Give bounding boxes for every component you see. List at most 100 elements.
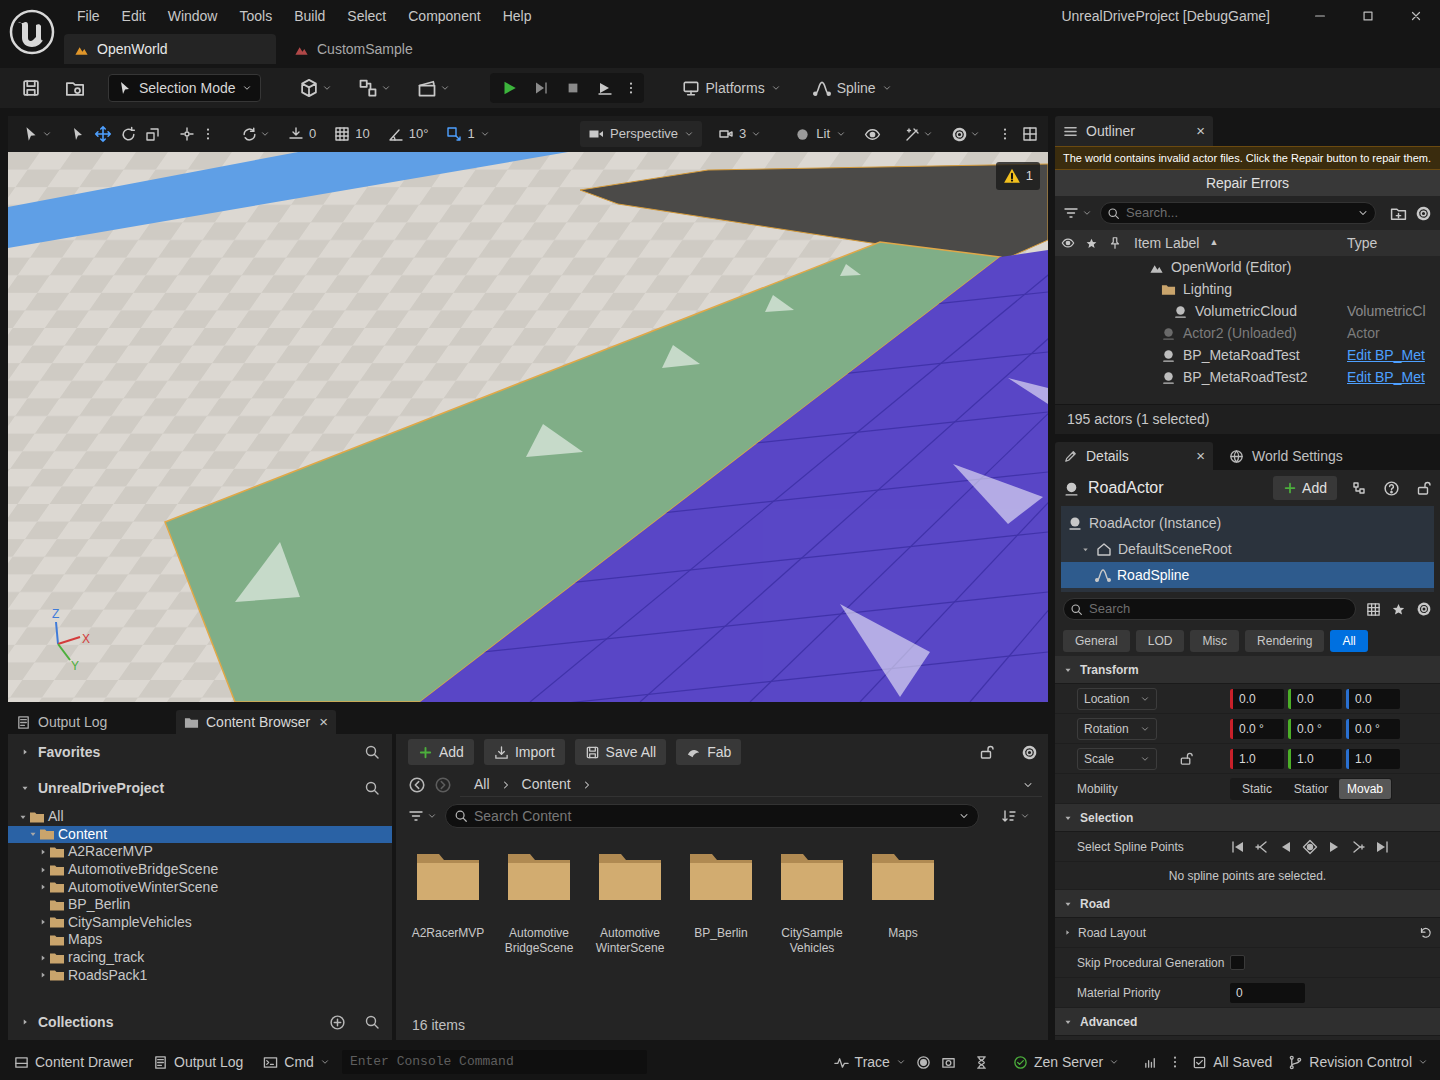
vector-field[interactable]: 0.0 ° — [1346, 719, 1400, 739]
folder-tile[interactable]: Automotive BridgeScene — [497, 848, 581, 956]
help-icon[interactable] — [1383, 480, 1400, 497]
stats-icon[interactable] — [1143, 1055, 1158, 1070]
outliner-filter-button[interactable] — [1063, 205, 1092, 221]
selection-mode-dropdown[interactable]: Selection Mode — [108, 74, 261, 102]
maximize-button[interactable] — [1344, 0, 1392, 32]
viewport-canvas[interactable]: ZXY1 — [8, 152, 1048, 702]
camera-speed-button[interactable]: 3 — [712, 121, 767, 147]
scale-icon[interactable] — [145, 126, 161, 142]
menu-item[interactable]: Build — [283, 0, 336, 32]
platforms-button[interactable]: Platforms — [674, 74, 789, 102]
folder-tile[interactable]: CitySample Vehicles — [770, 848, 854, 956]
status-button[interactable]: Output Log — [145, 1048, 251, 1076]
path-segment[interactable]: All — [468, 774, 496, 795]
filter-button[interactable] — [408, 808, 437, 824]
status-button[interactable]: Content Drawer — [6, 1048, 141, 1076]
add-collection-icon[interactable] — [329, 1014, 346, 1031]
unlock-icon[interactable] — [1179, 751, 1194, 766]
perspective-dropdown[interactable]: Perspective — [580, 121, 702, 147]
lock-icon[interactable] — [1416, 480, 1432, 496]
filter-tab[interactable]: Misc — [1190, 630, 1239, 652]
status-button[interactable]: Trace — [828, 1048, 912, 1076]
outliner-row[interactable]: VolumetricCloudVolumetricCl — [1055, 300, 1440, 322]
checkbox[interactable] — [1230, 955, 1245, 970]
add-actor-button[interactable] — [293, 74, 338, 102]
search-icon[interactable] — [364, 1014, 380, 1030]
folder-tile[interactable]: Maps — [861, 848, 945, 941]
close-button[interactable] — [1392, 0, 1440, 32]
component-row[interactable]: RoadActor (Instance) — [1061, 510, 1434, 536]
snap-setting[interactable]: 1 — [440, 121, 495, 147]
warning-badge[interactable]: 1 — [996, 162, 1040, 190]
show-flags-button[interactable] — [905, 126, 933, 142]
forward-icon[interactable] — [434, 776, 452, 794]
search-icon[interactable] — [364, 744, 380, 760]
panel-tab[interactable]: Output Log — [8, 710, 170, 734]
path-separator-icon[interactable] — [500, 779, 512, 791]
level-tab[interactable]: CustomSample — [284, 34, 424, 64]
vector-field[interactable]: 0.0 — [1230, 689, 1284, 709]
settings-button[interactable] — [951, 126, 980, 143]
section-header[interactable]: Transform — [1055, 656, 1440, 684]
menu-item[interactable]: Tools — [228, 0, 283, 32]
add-previous-icon[interactable] — [1254, 839, 1270, 855]
menu-item[interactable]: Component — [397, 0, 491, 32]
filter-tab[interactable]: General — [1063, 630, 1130, 652]
spline-button[interactable]: Spline — [805, 74, 900, 102]
lock-icon[interactable] — [979, 744, 995, 760]
search-icon[interactable] — [364, 780, 380, 796]
folder-tile[interactable]: A2RacerMVP — [406, 848, 490, 941]
close-panel-button[interactable]: × — [1196, 120, 1205, 143]
lighting-dropdown[interactable]: Lit — [787, 121, 854, 147]
snap-setting[interactable]: 10 — [328, 121, 375, 147]
action-button[interactable]: Save All — [575, 739, 667, 765]
status-button[interactable]: All Saved — [1186, 1048, 1278, 1076]
source-section-header[interactable]: Collections — [8, 1004, 392, 1040]
section-header[interactable]: Advanced — [1055, 1008, 1440, 1036]
folder-tile[interactable]: Automotive WinterScene — [588, 848, 672, 956]
rotate-icon[interactable] — [120, 126, 137, 143]
path-separator-icon[interactable] — [581, 779, 593, 791]
move-icon[interactable] — [94, 125, 112, 143]
transform-mode-dropdown[interactable]: Rotation — [1077, 718, 1157, 740]
vector-field[interactable]: 1.0 — [1230, 749, 1284, 769]
filter-tab[interactable]: All — [1330, 630, 1367, 652]
blueprint-button[interactable] — [352, 74, 397, 102]
snap-setting[interactable]: 10° — [382, 121, 435, 147]
menu-item[interactable]: Help — [492, 0, 543, 32]
vector-field[interactable]: 1.0 — [1346, 749, 1400, 769]
transform-mode-dropdown[interactable]: Location — [1077, 688, 1157, 710]
hourglass-icon[interactable] — [974, 1055, 989, 1070]
viewport-more-icon[interactable] — [998, 127, 1012, 141]
coordinate-space-button[interactable] — [237, 121, 274, 147]
component-row[interactable]: RoadSpline — [1061, 562, 1434, 588]
mobility-option[interactable]: Statior — [1285, 779, 1337, 799]
search-input[interactable] — [1089, 599, 1349, 619]
mobility-option[interactable]: Movab — [1339, 779, 1391, 799]
snap-setting[interactable]: 0 — [282, 121, 322, 147]
actor-type[interactable]: Edit BP_Met — [1341, 345, 1425, 366]
column-title[interactable]: Type — [1341, 233, 1377, 254]
search-input[interactable] — [1126, 203, 1351, 223]
vector-field[interactable]: 0.0 — [1346, 689, 1400, 709]
details-tab[interactable]: Details× — [1055, 442, 1213, 470]
component-row[interactable]: DefaultSceneRoot — [1061, 536, 1434, 562]
gear-icon[interactable] — [1021, 744, 1038, 761]
previous-point-icon[interactable] — [1278, 839, 1294, 855]
folder-tree-row[interactable]: All — [8, 808, 392, 826]
action-button[interactable]: Add — [408, 739, 474, 765]
menu-item[interactable]: Select — [336, 0, 397, 32]
folder-tree-row[interactable]: AutomotiveWinterScene — [8, 878, 392, 896]
mobility-option[interactable]: Static — [1231, 779, 1283, 799]
next-point-icon[interactable] — [1326, 839, 1342, 855]
path-segment[interactable]: Content — [516, 774, 577, 795]
viewport-layout-icon[interactable] — [1022, 126, 1038, 142]
back-icon[interactable] — [408, 776, 426, 794]
all-points-icon[interactable] — [1302, 839, 1318, 855]
filter-tab[interactable]: LOD — [1136, 630, 1185, 652]
step-button[interactable] — [528, 75, 554, 101]
vector-field[interactable]: 0.0 ° — [1288, 719, 1342, 739]
last-point-icon[interactable] — [1374, 839, 1390, 855]
filter-tab[interactable]: Rendering — [1245, 630, 1324, 652]
pivot-icon[interactable] — [179, 126, 195, 142]
